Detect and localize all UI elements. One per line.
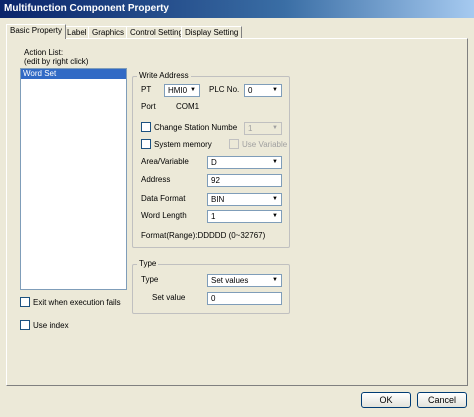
word-length-value: 1 [211,212,216,221]
system-memory-checkbox[interactable] [141,139,151,149]
address-label: Address [141,175,171,184]
chevron-down-icon: ▼ [272,213,278,219]
station-value: 1 [248,124,253,133]
data-format-label: Data Format [141,194,186,203]
use-variable-label: Use Variable [242,140,288,149]
title-bar: Multifunction Component Property [0,0,474,18]
area-label: Area/Variable [141,157,189,166]
use-variable-checkbox[interactable] [229,139,239,149]
port-value: COM1 [176,102,200,111]
window-title: Multifunction Component Property [4,3,169,14]
list-item[interactable]: Word Set [21,69,126,79]
data-format-select[interactable]: BIN ▼ [207,193,282,206]
station-select[interactable]: 1 ▼ [244,122,282,135]
chevron-down-icon: ▼ [272,277,278,283]
action-list-hint: (edit by right click) [24,57,89,66]
change-station-label: Change Station Numbe [154,123,238,132]
type-label: Type [141,275,159,284]
plc-value: 0 [248,86,253,95]
change-station-checkbox[interactable] [141,122,151,132]
tab-control-setting[interactable]: Control Setting [126,26,187,38]
action-list[interactable]: Word Set [20,68,127,290]
chevron-down-icon: ▼ [272,196,278,202]
use-index-checkbox[interactable] [20,320,30,330]
tab-label[interactable]: Label [63,26,91,38]
pt-value: HMI0 [168,86,188,95]
type-group-title: Type [137,259,159,268]
exit-when-fails-checkbox[interactable] [20,297,30,307]
pt-label: PT [141,85,152,94]
data-format-value: BIN [211,195,225,204]
tab-basic-property[interactable]: Basic Property [6,24,67,39]
plc-select[interactable]: 0 ▼ [244,84,282,97]
area-select[interactable]: D ▼ [207,156,282,169]
system-memory-label: System memory [154,140,212,149]
word-length-select[interactable]: 1 ▼ [207,210,282,223]
chevron-down-icon: ▼ [272,159,278,165]
ok-button[interactable]: OK [361,392,411,408]
address-input[interactable]: 92 [207,174,282,187]
chevron-down-icon: ▼ [190,87,196,93]
exit-when-fails-label: Exit when execution fails [33,298,121,307]
format-range-text: Format(Range):DDDDD (0~32767) [141,231,266,240]
type-value: Set values [211,276,249,285]
tab-graphics[interactable]: Graphics [88,26,129,38]
chevron-down-icon: ▼ [272,125,278,131]
type-group: Type [132,259,290,314]
pt-select[interactable]: HMI0 ▼ [164,84,200,97]
use-index-label: Use index [33,321,69,330]
tab-display-setting[interactable]: Display Setting [181,26,243,38]
plc-label: PLC No. [209,85,240,94]
word-length-label: Word Length [141,211,187,220]
type-select[interactable]: Set values ▼ [207,274,282,287]
cancel-button[interactable]: Cancel [417,392,467,408]
write-address-title: Write Address [137,71,191,80]
set-value-input[interactable]: 0 [207,292,282,305]
area-value: D [211,158,217,167]
port-label: Port [141,102,156,111]
chevron-down-icon: ▼ [272,87,278,93]
set-value-label: Set value [152,293,186,302]
action-list-label: Action List: [24,48,64,57]
